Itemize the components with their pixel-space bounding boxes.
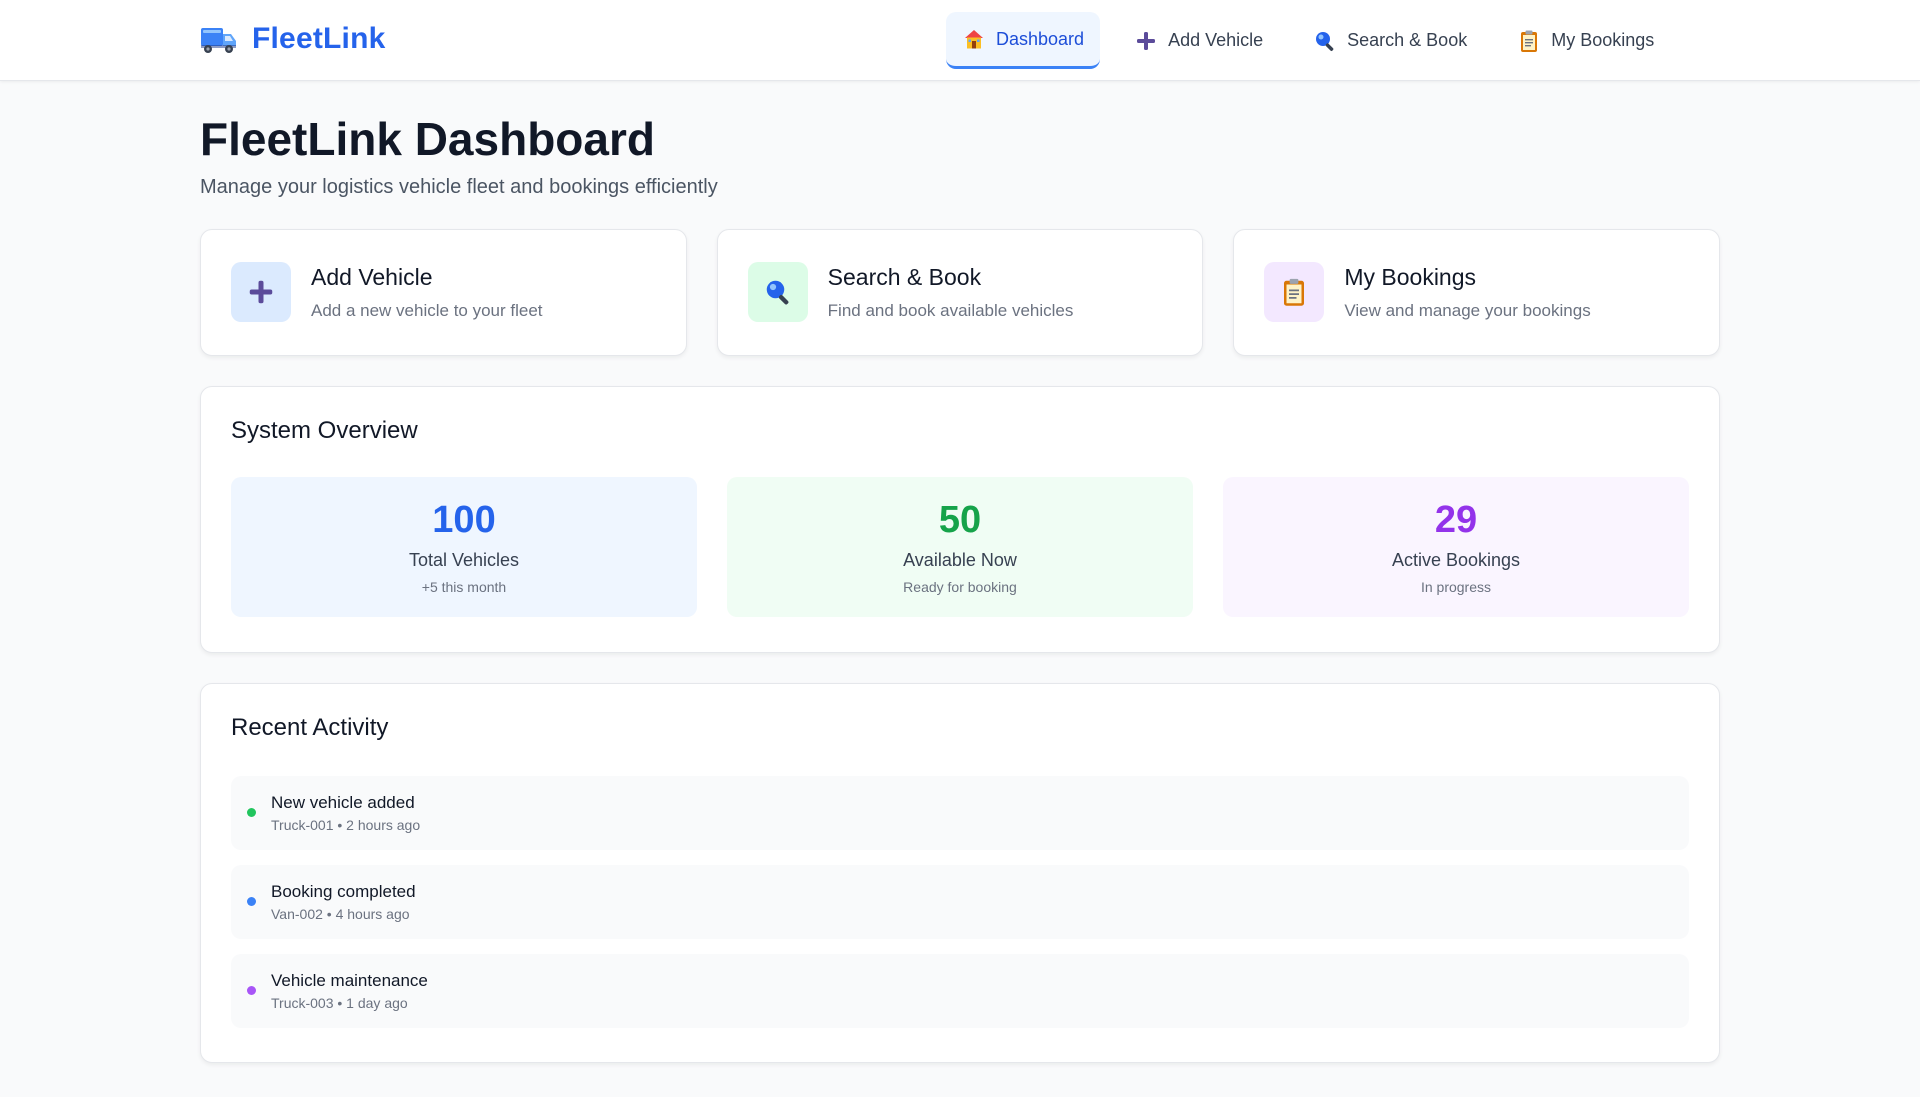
clipboard-icon — [1284, 279, 1305, 307]
nav-item-search-book[interactable]: Search & Book — [1297, 12, 1483, 69]
activity-text: Vehicle maintenance Truck-003 • 1 day ag… — [271, 971, 428, 1011]
plus-icon — [249, 281, 273, 304]
truck-icon — [201, 28, 236, 53]
nav-item-my-bookings[interactable]: My Bookings — [1501, 12, 1670, 69]
activity-text: Booking completed Van-002 • 4 hours ago — [271, 882, 416, 922]
system-overview-panel: System Overview 100 Total Vehicles +5 th… — [200, 385, 1720, 653]
status-dot — [247, 808, 256, 818]
list-item[interactable]: New vehicle added Truck-001 • 2 hours ag… — [231, 775, 1689, 850]
clipboard-icon — [1521, 30, 1538, 52]
brand-logo[interactable]: FleetLink — [200, 22, 386, 56]
stat-value: 100 — [432, 498, 496, 541]
activity-meta: Truck-003 • 1 day ago — [271, 994, 408, 1011]
plus-icon — [1137, 31, 1156, 50]
action-description: View and manage your bookings — [1344, 300, 1591, 320]
action-title: Add Vehicle — [311, 263, 433, 290]
quick-actions: Add Vehicle Add a new vehicle to your fl… — [200, 228, 1721, 356]
stat-total-vehicles: 100 Total Vehicles +5 this month — [231, 476, 697, 617]
action-icon-box — [747, 262, 808, 323]
activity-title: New vehicle added — [271, 792, 415, 812]
activity-title: Vehicle maintenance — [271, 970, 428, 990]
action-description: Find and book available vehicles — [827, 300, 1074, 320]
stat-sublabel: Ready for booking — [903, 578, 1017, 595]
nav-item-dashboard[interactable]: Dashboard — [946, 12, 1101, 69]
activity-title: Booking completed — [271, 881, 416, 901]
magnifier-icon — [1316, 31, 1334, 51]
top-navigation-bar: FleetLink Dashboard Add Vehicle Search &… — [0, 0, 1920, 81]
action-text: Add Vehicle Add a new vehicle to your fl… — [311, 264, 543, 321]
stat-value: 29 — [1434, 498, 1478, 541]
search-book-card[interactable]: Search & Book Find and book available ve… — [716, 228, 1204, 356]
magnifier-icon — [766, 281, 789, 305]
action-title: Search & Book — [827, 263, 982, 290]
nav-item-add-vehicle[interactable]: Add Vehicle — [1118, 12, 1279, 69]
action-text: Search & Book Find and book available ve… — [828, 264, 1074, 321]
house-icon — [965, 30, 983, 49]
action-icon-box — [1264, 262, 1325, 323]
stat-value: 50 — [938, 498, 982, 541]
action-description: Add a new vehicle to your fleet — [311, 300, 543, 320]
activity-meta: Truck-001 • 2 hours ago — [271, 816, 421, 833]
main-nav: Dashboard Add Vehicle Search & Book My B… — [946, 12, 1688, 69]
action-text: My Bookings View and manage your booking… — [1344, 264, 1590, 321]
nav-item-label: Search & Book — [1347, 30, 1468, 50]
nav-item-label: My Bookings — [1551, 30, 1655, 50]
nav-item-label: Dashboard — [996, 28, 1085, 49]
action-icon-box — [231, 262, 291, 323]
page-subtitle: Manage your logistics vehicle fleet and … — [200, 175, 718, 198]
add-vehicle-card[interactable]: Add Vehicle Add a new vehicle to your fl… — [200, 228, 687, 356]
stat-label: Available Now — [903, 549, 1017, 570]
my-bookings-card[interactable]: My Bookings View and manage your booking… — [1233, 228, 1721, 356]
activity-list: New vehicle added Truck-001 • 2 hours ag… — [231, 775, 1689, 1028]
nav-item-label: Add Vehicle — [1168, 30, 1264, 50]
brand-name: FleetLink — [252, 22, 386, 55]
stats-row: 100 Total Vehicles +5 this month 50 Avai… — [231, 476, 1689, 617]
list-item[interactable]: Booking completed Van-002 • 4 hours ago — [231, 864, 1689, 939]
activity-meta: Van-002 • 4 hours ago — [271, 905, 410, 922]
main-content: FleetLink Dashboard Manage your logistic… — [200, 81, 1721, 1063]
section-title: System Overview — [231, 416, 418, 444]
stat-available-now: 50 Available Now Ready for booking — [727, 476, 1193, 617]
stat-active-bookings: 29 Active Bookings In progress — [1223, 476, 1689, 617]
activity-text: New vehicle added Truck-001 • 2 hours ag… — [271, 793, 420, 833]
stat-sublabel: +5 this month — [421, 578, 507, 595]
list-item[interactable]: Vehicle maintenance Truck-003 • 1 day ag… — [231, 953, 1689, 1028]
status-dot — [247, 897, 256, 907]
action-title: My Bookings — [1344, 263, 1477, 290]
status-dot — [247, 986, 256, 996]
stat-sublabel: In progress — [1420, 578, 1492, 595]
stat-label: Active Bookings — [1391, 549, 1521, 570]
page-title: FleetLink Dashboard — [200, 113, 655, 165]
section-title: Recent Activity — [231, 713, 389, 741]
stat-label: Total Vehicles — [408, 549, 520, 570]
recent-activity-panel: Recent Activity New vehicle added Truck-… — [200, 682, 1720, 1063]
